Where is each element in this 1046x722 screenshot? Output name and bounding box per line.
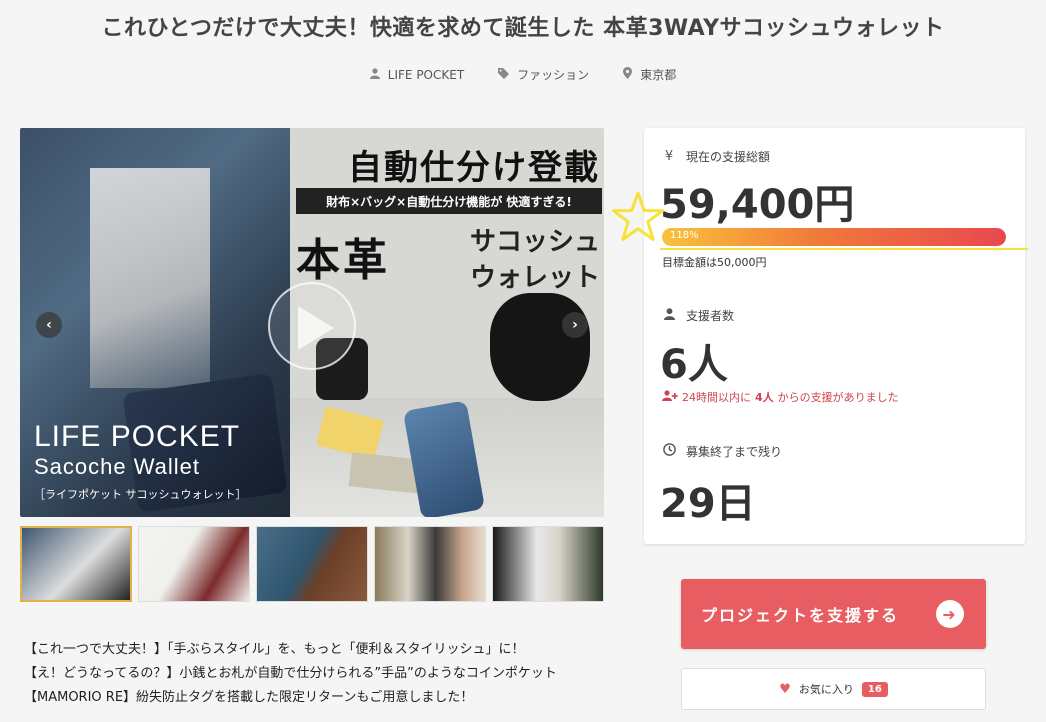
- support-button-label: プロジェクトを支援する: [701, 606, 900, 625]
- backers-label: 支援者数: [662, 307, 734, 324]
- tag-icon: [498, 67, 510, 82]
- hero-brand: LIFE POCKET: [34, 420, 241, 453]
- favorite-label: お気に入り: [798, 683, 854, 696]
- recent-backers-text-end: からの支援がありました: [777, 391, 899, 404]
- play-video-button[interactable]: [268, 282, 356, 370]
- thumbnail-2[interactable]: [138, 526, 250, 602]
- highlight-underline: [660, 248, 1028, 250]
- backers-value: 6人: [660, 342, 728, 388]
- meta-category-label: ファッション: [517, 68, 590, 82]
- thumbnail-1[interactable]: [20, 526, 132, 602]
- total-amount-label: ¥ 現在の支援総額: [662, 148, 770, 165]
- thumbnail-5[interactable]: [492, 526, 604, 602]
- heart-icon: ♥: [779, 681, 791, 697]
- arrow-right-icon: ➜: [936, 600, 964, 628]
- meta-category[interactable]: ファッション: [498, 66, 589, 83]
- hero-brand-jp: ［ライフポケット サコッシュウォレット］: [34, 488, 247, 501]
- hero-sub-text: サコッシュ ウォレット: [440, 224, 600, 296]
- backers-label-text: 支援者数: [686, 309, 735, 323]
- location-pin-icon: [623, 67, 633, 82]
- remaining-label-text: 募集終了まで残り: [686, 445, 783, 459]
- hero-mask: [490, 293, 590, 401]
- next-image-button[interactable]: ›: [562, 312, 588, 338]
- chevron-left-icon: ‹: [46, 317, 52, 333]
- star-annotation-icon: [612, 191, 664, 241]
- thumbnail-4[interactable]: [374, 526, 486, 602]
- users-plus-icon: [662, 390, 678, 404]
- meta-location[interactable]: 東京都: [623, 66, 676, 83]
- clock-icon: [662, 443, 676, 460]
- recent-backers-notice: 24時間以内に 4人 からの支援がありました: [662, 389, 899, 405]
- yen-icon: ¥: [664, 149, 674, 164]
- funding-progress-percent: 118%: [670, 230, 699, 241]
- project-page: これひとつだけで大丈夫！快適を求めて誕生した 本革3WAYサコッシュウォレット …: [0, 0, 1046, 722]
- prev-image-button[interactable]: ‹: [36, 312, 62, 338]
- favorite-button[interactable]: ♥ お気に入り 16: [681, 668, 986, 710]
- hero-sub-line1: サコッシュ: [469, 227, 600, 257]
- remaining-value: 29日: [660, 481, 756, 527]
- project-meta: LIFE POCKET ファッション 東京都: [0, 66, 1046, 83]
- user-icon: [662, 307, 676, 324]
- total-amount-value: 59,400円: [660, 182, 855, 228]
- hero-big-text: 本革: [296, 235, 390, 286]
- thumbnail-3[interactable]: [256, 526, 368, 602]
- meta-location-label: 東京都: [640, 68, 677, 82]
- hero-sub-line2: ウォレット: [469, 263, 600, 293]
- support-project-button[interactable]: プロジェクトを支援する ➜: [681, 579, 986, 649]
- user-icon: [369, 67, 380, 82]
- page-title: これひとつだけで大丈夫！快適を求めて誕生した 本革3WAYサコッシュウォレット: [101, 16, 945, 41]
- project-description: 【これ一つで大丈夫！】「手ぶらスタイル」を、もっと「便利＆スタイリッシュ」に！ …: [24, 638, 624, 710]
- hero-band: 財布×バッグ×自動仕分け機能が 快適すぎる!: [296, 188, 602, 214]
- recent-backers-text: 24時間以内に: [682, 391, 751, 404]
- funding-stats-panel: ¥ 現在の支援総額 59,400円 118% 目標金額は50,000円 支援者数…: [644, 128, 1025, 544]
- hero-heading: 自動仕分け登載: [348, 148, 600, 188]
- remaining-label: 募集終了まで残り: [662, 443, 782, 460]
- meta-owner[interactable]: LIFE POCKET: [369, 66, 465, 83]
- description-line: 【これ一つで大丈夫！】「手ぶらスタイル」を、もっと「便利＆スタイリッシュ」に！: [24, 642, 525, 657]
- description-line: 【え！どうなってるの？】小銭とお札が自動で仕分けられる”手品”のようなコインポケ…: [24, 666, 557, 681]
- chevron-right-icon: ›: [572, 317, 578, 333]
- recent-backers-count: 4人: [755, 391, 774, 404]
- description-line: 【MAMORIO RE】紛失防止タグを搭載した限定リターンもご用意しました！: [24, 690, 474, 705]
- hero-shirt: [90, 168, 210, 388]
- hero-brand-sub: Sacoche Wallet: [34, 454, 201, 479]
- favorite-count-badge: 16: [861, 681, 888, 697]
- play-icon: [298, 306, 334, 350]
- thumbnail-strip: [20, 526, 604, 602]
- meta-owner-label: LIFE POCKET: [387, 67, 465, 82]
- funding-progress-fill: [662, 228, 1006, 246]
- total-amount-label-text: 現在の支援総額: [686, 150, 771, 164]
- funding-progress-bar: 118%: [662, 228, 1006, 246]
- hero-image[interactable]: 自動仕分け登載 財布×バッグ×自動仕分け機能が 快適すぎる! 本革 サコッシュ …: [20, 128, 604, 517]
- goal-amount: 目標金額は50,000円: [662, 256, 767, 269]
